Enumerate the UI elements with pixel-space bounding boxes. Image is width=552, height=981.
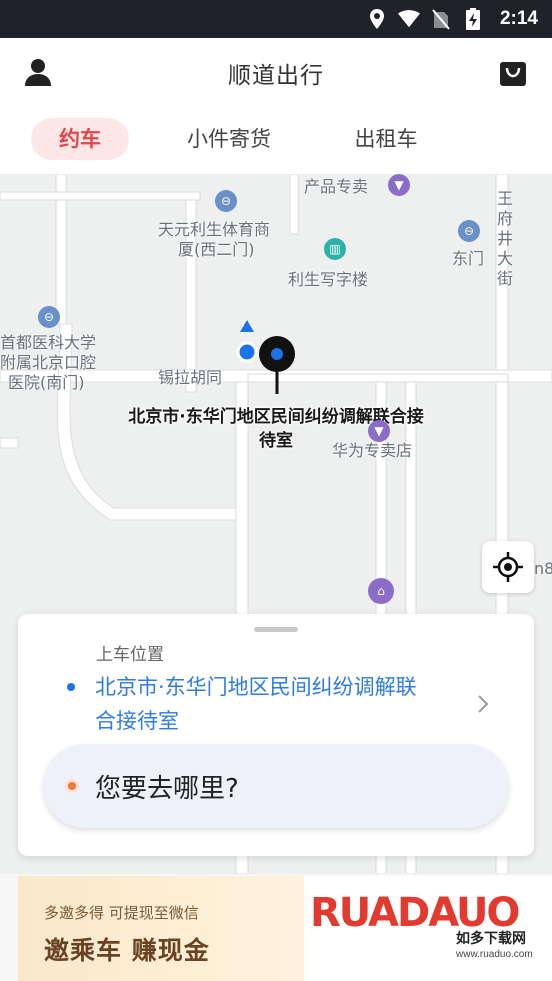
tab-parcel[interactable]: 小件寄货 xyxy=(170,118,288,160)
map-label-edge: n8 xyxy=(534,559,552,578)
user-icon[interactable] xyxy=(22,56,54,88)
pickup-address-line1: 北京市·东华门地区民间纠纷调解联 xyxy=(95,675,417,699)
drag-handle[interactable] xyxy=(254,627,298,632)
map-label-dongmen: 东门 xyxy=(452,249,485,268)
map-label-lisheng: 利生写字楼 xyxy=(288,270,369,289)
map-label-wangfujing-3: 井 xyxy=(497,229,514,248)
crosshair-icon xyxy=(493,552,523,582)
watermark-sub: 如多下载网 xyxy=(456,931,526,947)
chevron-right-icon[interactable] xyxy=(476,694,490,714)
trip-card: 上车位置 北京市·东华门地区民间纠纷调解联 合接待室 您要去哪里? xyxy=(18,614,534,856)
destination-placeholder: 您要去哪里? xyxy=(95,774,239,804)
shop-icon: ▼ xyxy=(368,420,390,442)
promo-small-text: 多邀多得 可提现至微信 xyxy=(44,904,199,922)
map-label-wangfujing-4: 大 xyxy=(497,249,514,268)
app-header: 顺道出行 xyxy=(0,38,552,108)
promo-banner[interactable]: 多邀多得 可提现至微信 邀乘车 赚现金 RUADAUO 如多下载网 www.ru… xyxy=(18,876,552,981)
status-time: 2:14 xyxy=(499,8,538,29)
store-icon: ⌂ xyxy=(368,578,394,604)
map-label-hospital-2: 附属北京口腔 xyxy=(0,353,97,372)
building-icon: ▥ xyxy=(324,238,346,260)
pickup-address[interactable]: 北京市·东华门地区民间纠纷调解联 合接待室 xyxy=(95,670,485,738)
bus-stop-icon: ⊖ xyxy=(215,190,237,212)
map-label-tianyuan-2: 厦(西二门) xyxy=(178,240,255,259)
shop-icon: ▼ xyxy=(388,174,410,196)
bus-stop-icon: ⊖ xyxy=(458,220,480,242)
destination-dot-icon xyxy=(65,779,79,793)
tab-ride[interactable]: 约车 xyxy=(31,118,129,160)
service-tabs: 约车 小件寄货 出租车 xyxy=(0,108,552,174)
map-label-xila-hutong: 锡拉胡同 xyxy=(158,368,223,387)
page-title: 顺道出行 xyxy=(228,63,324,89)
location-icon xyxy=(366,8,388,30)
promo-panel: 多邀多得 可提现至微信 邀乘车 赚现金 xyxy=(18,876,304,981)
map-label-tianyuan: 天元利生体育商 xyxy=(158,220,271,239)
map-label-hospital-1: 首都医科大学 xyxy=(0,333,97,352)
pickup-address-line2: 合接待室 xyxy=(95,709,179,733)
no-sim-icon xyxy=(430,8,452,30)
battery-charging-icon xyxy=(462,8,484,30)
pickup-title: 上车位置 xyxy=(96,645,164,665)
watermark-url: www.ruaduo.com xyxy=(456,949,533,960)
pin-address-line1: 北京市·东华门地区民间纠纷调解联合接 xyxy=(128,407,424,427)
map-label-product-store: 产品专卖 xyxy=(304,177,369,196)
pickup-dot-icon xyxy=(67,683,75,691)
promo-big-text: 邀乘车 赚现金 xyxy=(44,936,210,965)
watermark-logo: RUADAUO 如多下载网 www.ruaduo.com xyxy=(304,876,552,981)
tab-taxi[interactable]: 出租车 xyxy=(338,118,434,160)
wifi-icon xyxy=(397,8,420,30)
pickup-pin-icon xyxy=(259,336,295,394)
map-label-wangfujing-5: 街 xyxy=(497,269,514,288)
bag-icon[interactable] xyxy=(498,56,528,88)
map-label-wangfujing-1: 王 xyxy=(497,189,514,208)
map-label-wangfujing-2: 府 xyxy=(497,209,514,228)
map-label-huawei: 华为专卖店 xyxy=(332,441,413,460)
locate-me-button[interactable] xyxy=(482,541,534,593)
bus-stop-icon: ⊖ xyxy=(38,306,60,328)
destination-input[interactable]: 您要去哪里? xyxy=(43,744,509,828)
map-label-hospital-3: 医院(南门) xyxy=(8,373,85,392)
status-bar: 2:14 xyxy=(0,0,552,38)
